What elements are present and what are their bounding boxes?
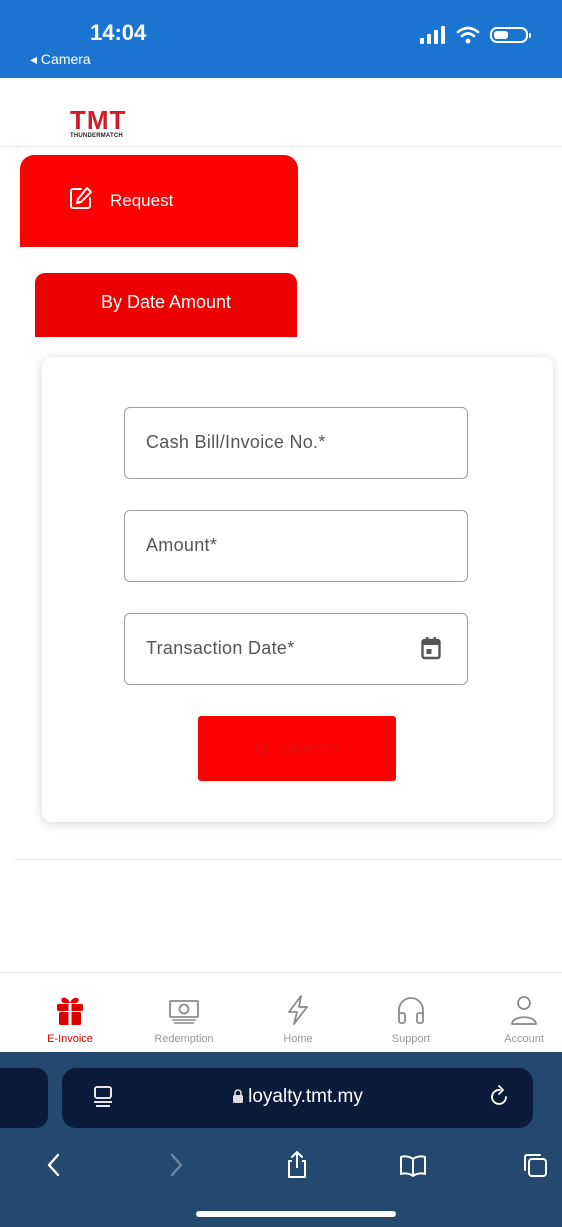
nav-item-support[interactable]: Support [355,973,467,1053]
search-form-card: Cash Bill/Invoice No.* Amount* Transacti… [42,357,553,822]
status-bar: 14:04 ◂ Camera [0,0,562,78]
address-bar[interactable]: loyalty.tmt.my [62,1068,533,1128]
bookmarks-icon[interactable] [398,1150,428,1180]
edit-icon [70,187,92,209]
content-divider [14,859,562,860]
nav-label-redemption: Redemption [154,1033,214,1045]
logo-text: TMT [70,105,127,135]
by-date-amount-tab[interactable]: By Date Amount [35,273,297,337]
transaction-date-field[interactable]: Transaction Date* [124,613,468,685]
url-display: loyalty.tmt.my [62,1086,533,1108]
home-indicator[interactable] [196,1211,396,1217]
tabs-icon[interactable] [520,1150,550,1180]
invoice-number-placeholder: Cash Bill/Invoice No.* [146,432,326,452]
search-button[interactable]: Search [198,716,396,781]
back-arrow-icon[interactable] [40,1150,70,1180]
reload-icon[interactable] [489,1084,511,1108]
calendar-icon[interactable] [421,636,441,660]
nav-item-e-invoice[interactable]: E-Invoice [14,973,126,1053]
status-time: 14:04 [90,20,147,45]
transaction-date-placeholder: Transaction Date* [146,638,295,658]
amount-field[interactable]: Amount* [124,510,468,582]
previous-tab-preview[interactable] [0,1068,48,1128]
invoice-number-field[interactable]: Cash Bill/Invoice No.* [124,407,468,479]
user-icon [511,996,537,1025]
lock-icon [233,1089,244,1103]
nav-label-support: Support [391,1033,431,1045]
forward-arrow-icon[interactable] [160,1150,190,1180]
gift-icon [57,997,83,1025]
headset-icon [398,997,424,1024]
amount-placeholder: Amount* [146,535,218,555]
lightning-icon [288,995,308,1025]
browser-chrome: loyalty.tmt.my [0,1052,562,1227]
nav-item-redemption[interactable]: Redemption [128,973,240,1053]
logo-subtext: THUNDERMATCH [70,133,123,139]
banknote-icon [169,1000,199,1024]
app-header: TMT THUNDERMATCH [0,78,562,147]
back-to-camera-link[interactable]: ◂ Camera [30,51,91,68]
nav-label-e-invoice: E-Invoice [47,1033,93,1045]
status-icons [420,26,531,44]
url-text: loyalty.tmt.my [248,1086,363,1107]
share-icon[interactable] [282,1150,312,1180]
search-button-label: Search [280,738,340,758]
tmt-logo[interactable]: TMT THUNDERMATCH [70,105,127,139]
battery-icon [490,27,531,43]
request-tab-label: Request [110,191,174,210]
signal-icon [420,26,445,44]
nav-label-account: Account [504,1033,544,1045]
nav-label-home: Home [283,1033,313,1045]
bottom-nav: E-Invoice Redemption Home Support Accoun… [0,972,562,1053]
nav-item-account[interactable]: Account [468,973,562,1053]
search-icon [255,742,270,757]
wifi-icon [456,26,480,44]
request-tab[interactable]: Request [20,155,298,247]
nav-item-home[interactable]: Home [242,973,354,1053]
